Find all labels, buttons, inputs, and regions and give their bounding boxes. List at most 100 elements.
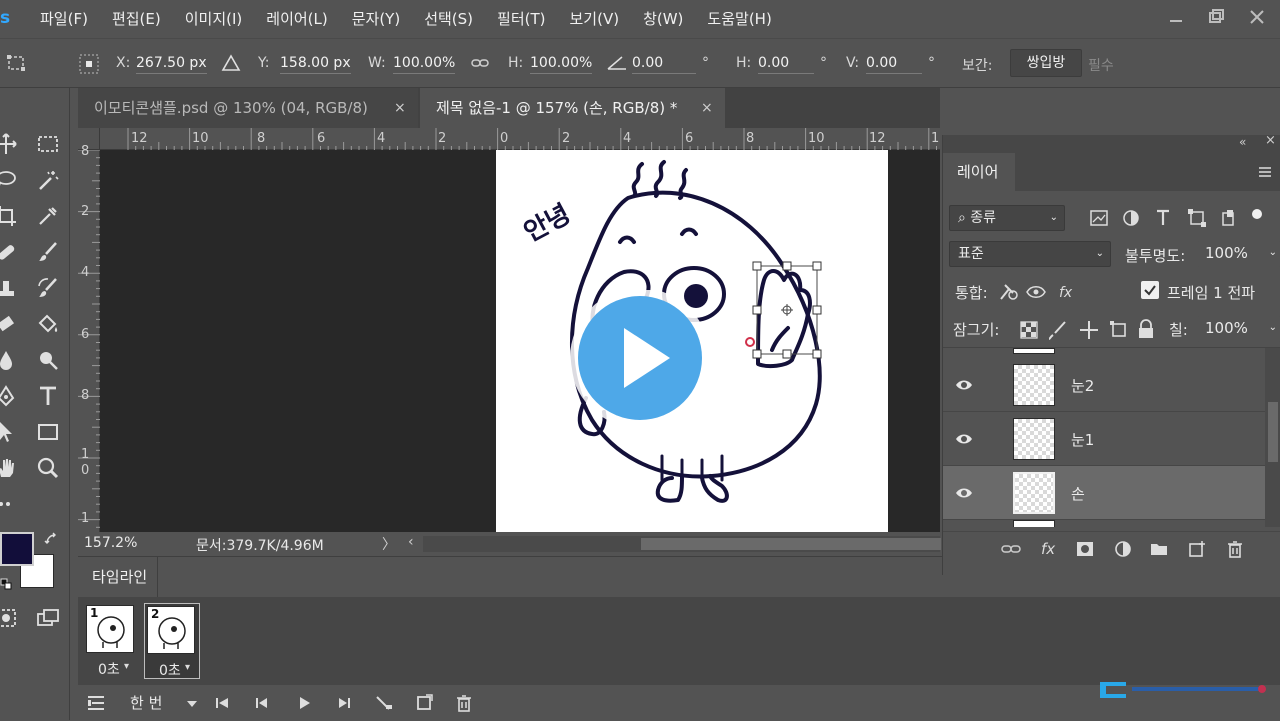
layer-row[interactable]: 눈1: [943, 412, 1265, 466]
menu-edit[interactable]: 편집(E): [100, 0, 173, 38]
new-group-icon[interactable]: [1149, 539, 1169, 559]
lasso-tool-icon[interactable]: [0, 168, 18, 192]
animation-frame-selected[interactable]: 2 0초 ▾: [144, 603, 200, 679]
hand-tool-icon[interactable]: [0, 456, 18, 480]
tween-icon[interactable]: [374, 693, 394, 713]
default-colors-icon[interactable]: [0, 578, 12, 590]
lock-icons[interactable]: [1019, 319, 1161, 341]
menu-image[interactable]: 이미지(I): [173, 0, 255, 38]
minimize-icon[interactable]: [1166, 6, 1188, 28]
panel-menu-icon[interactable]: [1257, 165, 1273, 179]
tab-layers[interactable]: 레이어: [943, 153, 1015, 191]
fill-field[interactable]: 100% ⌄: [1197, 316, 1280, 342]
layer-name[interactable]: 손: [1071, 483, 1085, 504]
add-mask-icon[interactable]: [1075, 539, 1095, 559]
visibility-eye-icon[interactable]: [955, 430, 973, 448]
transform-tool-icon[interactable]: [6, 53, 26, 73]
menu-view[interactable]: 보기(V): [558, 0, 632, 38]
w-field[interactable]: 100.00%: [393, 55, 456, 74]
first-frame-icon[interactable]: [212, 693, 232, 713]
previous-frame-icon[interactable]: [252, 693, 272, 713]
adjustment-layer-icon[interactable]: [1113, 539, 1133, 559]
foreground-color-swatch[interactable]: [0, 532, 34, 566]
tab-untitled-1[interactable]: 제목 없음-1 @ 157% (손, RGB/8) * ×: [420, 88, 725, 128]
close-tab-icon[interactable]: ×: [394, 88, 406, 128]
y-field[interactable]: 158.00 px: [280, 55, 351, 74]
eraser-tool-icon[interactable]: [0, 312, 18, 336]
tab-emoticon-sample[interactable]: 이모티콘샘플.psd @ 130% (04, RGB/8) ×: [78, 88, 418, 128]
dodge-tool-icon[interactable]: [36, 348, 60, 372]
transform-bounding-box[interactable]: [748, 260, 828, 360]
next-frame-icon[interactable]: [334, 693, 354, 713]
vskew-field[interactable]: 0.00: [866, 55, 922, 74]
x-field[interactable]: 267.50 px: [136, 55, 207, 74]
move-tool-icon[interactable]: [0, 132, 18, 156]
vertical-ruler[interactable]: 8 2 4 6 8 1 0 1: [78, 144, 100, 532]
magic-wand-tool-icon[interactable]: [36, 168, 60, 192]
marquee-tool-icon[interactable]: [36, 132, 60, 156]
pen-tool-icon[interactable]: [0, 384, 18, 408]
duplicate-frame-icon[interactable]: [414, 693, 434, 713]
brush-tool-icon[interactable]: [36, 240, 60, 264]
zoom-tool-icon[interactable]: [36, 456, 60, 480]
close-tab-icon[interactable]: ×: [701, 88, 713, 128]
paint-bucket-tool-icon[interactable]: [36, 312, 60, 336]
play-icon[interactable]: [294, 693, 314, 713]
h-field[interactable]: 100.00%: [530, 55, 593, 74]
scroll-left-arrow[interactable]: ‹: [408, 534, 414, 550]
new-layer-icon[interactable]: [1187, 539, 1207, 559]
canvas-workspace[interactable]: 안녕: [100, 150, 940, 532]
blend-mode-dropdown[interactable]: 표준 ⌄: [949, 241, 1111, 267]
horizontal-scrollbar[interactable]: [423, 536, 941, 552]
menu-type[interactable]: 문자(Y): [340, 0, 412, 38]
status-menu-arrow[interactable]: 〉: [382, 534, 396, 554]
menu-layer[interactable]: 레이어(L): [254, 0, 339, 38]
scroll-thumb[interactable]: [1268, 402, 1278, 462]
horizontal-ruler[interactable]: 12 10 8 6 4 2 0 2 4 6 8 10 12 1: [100, 128, 940, 150]
close-window-icon[interactable]: [1246, 6, 1268, 28]
delete-frame-icon[interactable]: [454, 693, 474, 713]
delete-layer-icon[interactable]: [1225, 539, 1245, 559]
layer-filter-dropdown[interactable]: ⌕ 종류 ⌄: [949, 205, 1065, 231]
layer-row[interactable]: 눈2: [943, 358, 1265, 412]
hskew-field[interactable]: 0.00: [758, 55, 814, 74]
zoom-level[interactable]: 157.2%: [84, 535, 137, 551]
link-icon[interactable]: [470, 53, 490, 73]
link-layers-icon[interactable]: [1001, 539, 1021, 559]
loop-option[interactable]: 한 번: [130, 692, 162, 713]
scroll-thumb[interactable]: [641, 538, 941, 550]
path-selection-tool-icon[interactable]: [0, 420, 18, 444]
menu-select[interactable]: 선택(S): [412, 0, 485, 38]
history-brush-tool-icon[interactable]: [36, 276, 60, 300]
opacity-field[interactable]: 100% ⌄: [1197, 241, 1280, 267]
document-info[interactable]: 문서:379.7K/4.96M: [196, 535, 324, 555]
timeline-tab[interactable]: 타임라인: [78, 557, 158, 597]
frame-duration[interactable]: 0초: [159, 660, 181, 680]
reference-point-icon[interactable]: [78, 53, 99, 74]
healing-brush-tool-icon[interactable]: [0, 240, 18, 264]
propagate-checkbox[interactable]: [1141, 281, 1159, 299]
menu-filter[interactable]: 필터(T): [485, 0, 557, 38]
type-tool-icon[interactable]: [36, 384, 60, 408]
layers-scrollbar[interactable]: [1265, 348, 1280, 527]
layer-name[interactable]: 눈2: [1071, 375, 1094, 396]
visibility-eye-icon[interactable]: [955, 484, 973, 502]
restore-icon[interactable]: [1206, 6, 1228, 28]
eyedropper-tool-icon[interactable]: [36, 204, 60, 228]
chevron-down-icon[interactable]: [182, 693, 202, 713]
relative-position-icon[interactable]: [221, 53, 241, 73]
blur-tool-icon[interactable]: [0, 348, 18, 372]
animation-frame[interactable]: 1 0초 ▾: [84, 603, 140, 679]
menu-help[interactable]: 도움말(H): [695, 0, 783, 38]
crop-tool-icon[interactable]: [0, 204, 18, 228]
chevron-down-icon[interactable]: ▾: [124, 661, 129, 672]
more-tools-icon[interactable]: [0, 492, 20, 516]
chevron-down-icon[interactable]: ▾: [185, 662, 190, 673]
collapse-panel-icon[interactable]: «: [1239, 135, 1246, 149]
swap-colors-icon[interactable]: [44, 532, 58, 546]
interpolation-button[interactable]: 쌍입방: [1010, 49, 1082, 77]
layer-name[interactable]: 눈1: [1071, 429, 1094, 450]
layer-row-selected[interactable]: 손: [943, 466, 1265, 520]
clone-stamp-tool-icon[interactable]: [0, 276, 18, 300]
rectangle-tool-icon[interactable]: [36, 420, 60, 444]
